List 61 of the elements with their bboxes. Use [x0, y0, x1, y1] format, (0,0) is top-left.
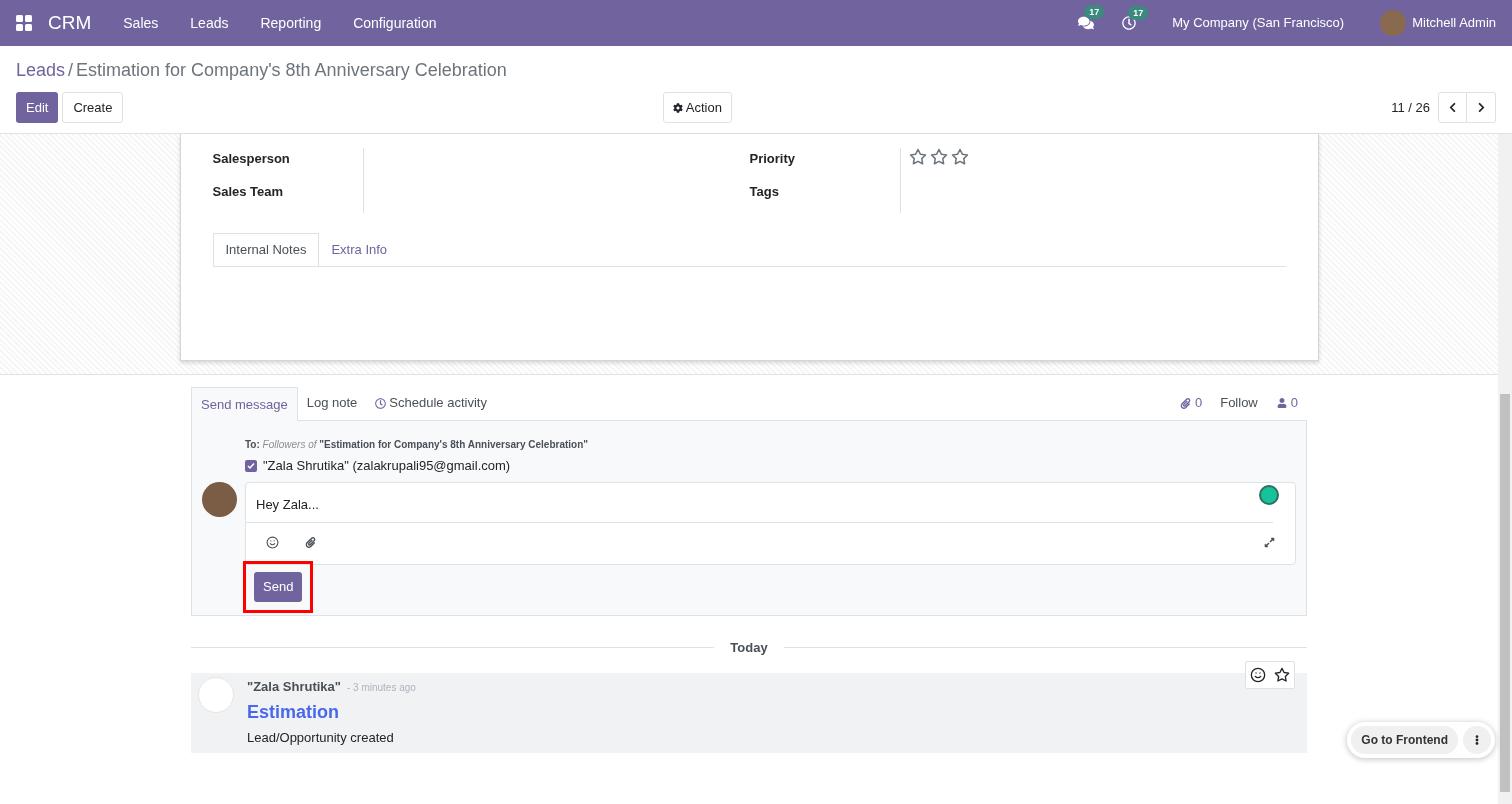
chevron-left-icon: [1447, 102, 1458, 113]
chatter-tab[interactable]: Schedule activity: [366, 386, 496, 420]
field-label: Salesperson: [212, 150, 291, 168]
clock-icon: [375, 397, 387, 409]
recipient-checkbox[interactable]: [245, 459, 257, 472]
star-icon[interactable]: [950, 148, 969, 166]
notification-badge: 17: [1128, 6, 1149, 20]
message-time: - 3 minutes ago: [346, 680, 416, 695]
apps-grid-icon[interactable]: [16, 15, 32, 31]
star-icon[interactable]: [908, 148, 927, 166]
notification-badge: 17: [1084, 5, 1105, 19]
paperclip-icon[interactable]: [1179, 397, 1191, 409]
form-tab[interactable]: Extra Info: [319, 233, 400, 266]
date-separator: Today: [729, 639, 769, 657]
attachment-count[interactable]: 0: [1194, 393, 1203, 413]
message-author: "Zala Shrutika": [247, 677, 341, 696]
menu-item[interactable]: Configuration: [337, 12, 453, 34]
breadcrumb-separator: /: [68, 58, 74, 82]
field-label: Sales Team: [212, 183, 285, 201]
chatter-tab[interactable]: Log note: [297, 386, 367, 420]
create-button[interactable]: Create: [62, 92, 124, 123]
expand-icon[interactable]: [1264, 537, 1275, 548]
company-switcher[interactable]: My Company (San Francisco): [1172, 13, 1345, 33]
send-button[interactable]: Send: [254, 571, 303, 602]
menu-item[interactable]: Leads: [174, 12, 245, 34]
emoji-icon[interactable]: [266, 536, 279, 549]
field-label: Tags: [749, 183, 780, 201]
message-body: Lead/Opportunity created: [247, 729, 395, 747]
edit-button[interactable]: Edit: [16, 92, 59, 123]
record-title: Estimation for Company's 8th Anniversary Celebration: [76, 58, 507, 82]
author-avatar: [202, 481, 237, 517]
previous-button[interactable]: [1438, 92, 1467, 123]
recipients-line: To: Followers of "Estimation for Company's 8th Anniversary Celebration": [245, 438, 589, 452]
user-icon[interactable]: [1276, 398, 1287, 408]
action-button[interactable]: Action: [662, 92, 732, 123]
gear-icon: [672, 102, 683, 113]
next-button[interactable]: [1467, 92, 1496, 123]
follower-count[interactable]: 0: [1290, 393, 1298, 413]
star-icon[interactable]: [929, 148, 948, 166]
star-icon[interactable]: [1274, 666, 1290, 683]
paperclip-icon[interactable]: [305, 537, 316, 548]
avatar-placeholder: [198, 676, 234, 713]
chat-icon[interactable]: [1078, 15, 1095, 31]
go-to-frontend-button[interactable]: Go to Frontend: [1351, 726, 1458, 754]
app-title[interactable]: CRM: [48, 8, 92, 38]
field-label: Priority: [749, 150, 796, 168]
message-editor[interactable]: Hey Zala...: [245, 481, 1296, 565]
form-tab[interactable]: Internal Notes: [212, 233, 320, 266]
scrollbar[interactable]: [1498, 134, 1512, 804]
emoji-icon[interactable]: [1250, 666, 1266, 683]
user-menu[interactable]: Mitchell Admin: [1412, 13, 1496, 33]
chatter-tab[interactable]: Send message: [191, 387, 298, 421]
breadcrumb-link[interactable]: Leads: [16, 56, 66, 84]
follow-button[interactable]: Follow: [1220, 386, 1258, 420]
clock-icon[interactable]: [1122, 16, 1137, 30]
message-title[interactable]: Estimation: [247, 699, 416, 726]
recipient-label: "Zala Shrutika" (zalakrupali95@gmail.com): [263, 457, 511, 475]
pager-value: 11 / 26: [1391, 98, 1430, 117]
menu-item[interactable]: Reporting: [244, 12, 338, 34]
menu-item[interactable]: Sales: [107, 12, 175, 34]
more-options-button[interactable]: [1463, 726, 1491, 754]
